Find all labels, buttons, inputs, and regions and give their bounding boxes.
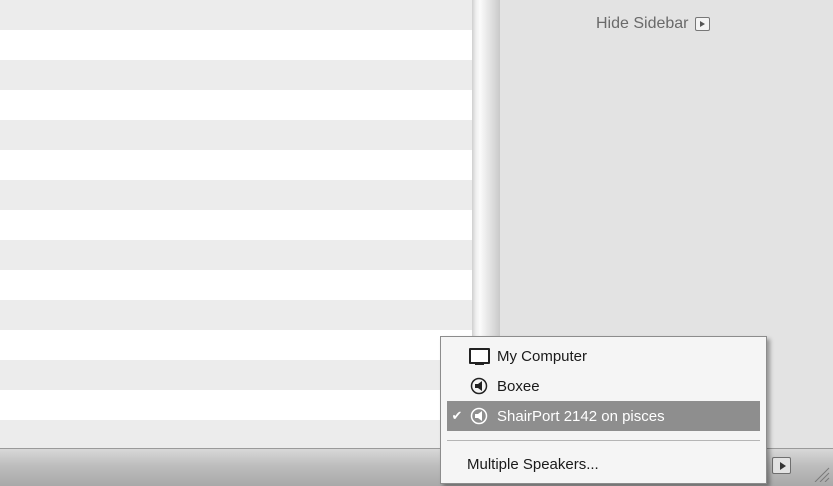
menu-separator [447, 440, 760, 441]
menu-item-label: Boxee [497, 377, 540, 395]
checkmark-icon: ✔ [451, 408, 463, 423]
menu-item-my-computer[interactable]: My Computer [447, 341, 760, 371]
list-row [0, 180, 472, 210]
list-row [0, 120, 472, 150]
menu-item-label: Multiple Speakers... [467, 455, 599, 473]
menu-item-multiple-speakers[interactable]: Multiple Speakers... [447, 449, 760, 479]
track-list [0, 0, 472, 448]
menu-item-shairport[interactable]: ✔ ShairPort 2142 on pisces [447, 401, 760, 431]
monitor-icon [467, 346, 491, 366]
list-row [0, 300, 472, 330]
menu-item-label: ShairPort 2142 on pisces [497, 407, 665, 425]
list-row [0, 420, 472, 448]
list-row [0, 360, 472, 390]
speaker-icon [467, 376, 491, 396]
play-box-icon[interactable] [772, 457, 791, 474]
list-row [0, 240, 472, 270]
menu-item-label: My Computer [497, 347, 588, 365]
speaker-icon [467, 406, 491, 426]
resize-grip-icon[interactable] [812, 466, 830, 482]
menu-item-boxee[interactable]: Boxee [447, 371, 760, 401]
speaker-menu: My Computer Boxee ✔ ShairPort 2142 on pi… [440, 336, 767, 484]
hide-sidebar-label: Hide Sidebar [596, 15, 689, 32]
list-row [0, 0, 472, 30]
list-row [0, 60, 472, 90]
hide-sidebar-button[interactable]: Hide Sidebar [596, 15, 710, 33]
show-arrow-icon [694, 17, 710, 31]
